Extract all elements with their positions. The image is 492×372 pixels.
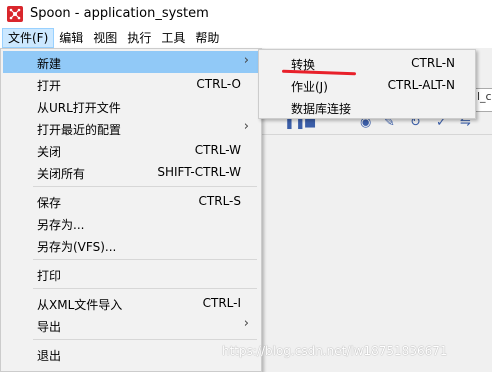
menu-item-import-xml[interactable]: 从XML文件导入 CTRL-I <box>3 292 259 314</box>
menu-item-save-as-vfs[interactable]: 另存为(VFS)... <box>3 234 259 256</box>
menu-item-label: 新建 <box>37 57 62 71</box>
menu-item-shortcut: CTRL-W <box>194 143 241 157</box>
menu-edit[interactable]: 编辑 <box>54 28 88 48</box>
menu-run[interactable]: 执行 <box>122 28 156 48</box>
menu-item-save[interactable]: 保存 CTRL-S <box>3 190 259 212</box>
menu-item-label: 另存为(VFS)... <box>37 240 117 254</box>
menu-item-close-all[interactable]: 关闭所有 SHIFT-CTRL-W <box>3 161 259 183</box>
menu-item-print[interactable]: 打印 <box>3 263 259 285</box>
menu-item-label: 导出 <box>37 320 62 334</box>
menu-view[interactable]: 视图 <box>88 28 122 48</box>
menu-item-label: 保存 <box>37 196 62 210</box>
menu-item-label: 打开 <box>37 79 62 93</box>
menu-item-save-as[interactable]: 另存为... <box>3 212 259 234</box>
menu-item-open-url[interactable]: 从URL打开文件 <box>3 95 259 117</box>
menu-item-label: 关闭所有 <box>37 167 86 181</box>
menu-item-label: 从XML文件导入 <box>37 298 123 312</box>
spoon-logo-icon <box>7 6 23 22</box>
menu-help[interactable]: 帮助 <box>190 28 224 48</box>
menu-item-close[interactable]: 关闭 CTRL-W <box>3 139 259 161</box>
window-title: Spoon - application_system <box>30 6 209 21</box>
menu-item-shortcut: CTRL-S <box>198 194 241 208</box>
menu-separator <box>33 339 257 340</box>
menu-separator <box>33 288 257 289</box>
menu-item-shortcut: CTRL-N <box>411 56 455 70</box>
menu-item-shortcut: CTRL-ALT-N <box>387 78 455 92</box>
menu-item-new[interactable]: 新建 › <box>3 51 259 73</box>
submenu-item-db-connection[interactable]: 数据库连接 <box>261 96 473 118</box>
background-tab-label: l_c <box>477 90 492 103</box>
menu-file[interactable]: 文件(F) <box>2 28 55 48</box>
menu-item-recent[interactable]: 打开最近的配置 › <box>3 117 259 139</box>
menu-item-exit[interactable]: 退出 <box>3 343 259 365</box>
menu-separator <box>33 259 257 260</box>
menu-item-label: 作业(J) <box>291 80 328 94</box>
submenu-arrow-icon: › <box>243 53 249 68</box>
menu-item-shortcut: CTRL-O <box>196 77 241 91</box>
menu-item-label: 退出 <box>37 349 62 363</box>
menu-separator <box>33 186 257 187</box>
menu-item-shortcut: SHIFT-CTRL-W <box>157 165 241 179</box>
menu-item-label: 打印 <box>37 269 62 283</box>
menu-item-label: 从URL打开文件 <box>37 101 121 115</box>
menu-bar: 文件(F) 编辑 视图 执行 工具 帮助 <box>0 28 492 48</box>
menu-item-label: 打开最近的配置 <box>37 123 122 137</box>
title-bar: Spoon - application_system <box>0 0 492 28</box>
menu-item-shortcut: CTRL-I <box>202 296 241 310</box>
file-menu: 新建 › 打开 CTRL-O 从URL打开文件 打开最近的配置 › 关闭 CTR… <box>0 48 262 372</box>
menu-item-export[interactable]: 导出 › <box>3 314 259 336</box>
submenu-arrow-icon: › <box>243 119 249 134</box>
menu-item-label: 数据库连接 <box>291 102 352 116</box>
menu-item-label: 另存为... <box>37 218 85 232</box>
menu-item-open[interactable]: 打开 CTRL-O <box>3 73 259 95</box>
submenu-item-job[interactable]: 作业(J) CTRL-ALT-N <box>261 74 473 96</box>
new-submenu: 转换 CTRL-N 作业(J) CTRL-ALT-N 数据库连接 <box>258 49 476 119</box>
menu-tools[interactable]: 工具 <box>156 28 190 48</box>
submenu-arrow-icon: › <box>243 316 249 331</box>
menu-item-label: 关闭 <box>37 145 62 159</box>
watermark: https://blog.csdn.net/lw18751836671 <box>222 344 448 358</box>
